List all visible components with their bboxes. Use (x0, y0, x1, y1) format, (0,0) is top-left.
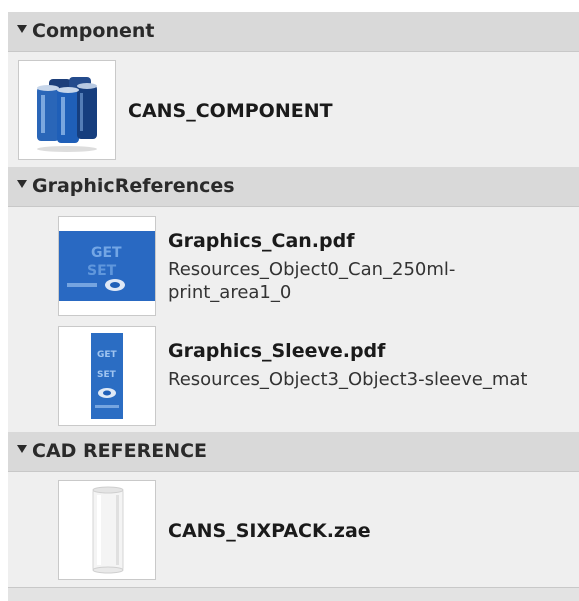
cad-thumbnail[interactable] (58, 480, 156, 580)
section-title: GraphicReferences (32, 175, 235, 197)
collapse-arrow-icon[interactable] (17, 445, 27, 453)
can-graphic-icon: GET SET (59, 217, 155, 315)
component-section-header[interactable]: Component (8, 12, 579, 52)
asset-references-panel: Component CANS_COMPONENT GraphicReferenc… (8, 12, 579, 601)
graphic-thumbnail-sleeve[interactable]: GET SET (58, 326, 156, 426)
cad-reference-section-header[interactable]: CAD REFERENCE (8, 432, 579, 472)
graphic-name[interactable]: Graphics_Can.pdf (168, 230, 354, 252)
collapse-arrow-icon[interactable] (17, 180, 27, 188)
component-thumbnail[interactable] (18, 60, 116, 160)
component-name[interactable]: CANS_COMPONENT (128, 100, 333, 122)
section-title: CAD REFERENCE (32, 440, 208, 462)
can-pack-icon (19, 61, 115, 159)
collapse-arrow-icon[interactable] (17, 25, 27, 33)
graphic-subtitle: Resources_Object0_Can_250ml-print_area1_… (168, 259, 456, 303)
svg-text:GET: GET (91, 245, 122, 261)
svg-text:GET: GET (97, 350, 118, 360)
section-title: Component (32, 20, 155, 42)
graphic-name[interactable]: Graphics_Sleeve.pdf (168, 340, 385, 362)
svg-text:SET: SET (97, 370, 117, 380)
graphic-references-section-header[interactable]: GraphicReferences (8, 167, 579, 207)
sleeve-graphic-icon: GET SET (59, 327, 155, 425)
cad-can-icon (59, 481, 155, 579)
svg-text:SET: SET (87, 263, 117, 279)
graphic-thumbnail-can[interactable]: GET SET (58, 216, 156, 316)
cad-file-name[interactable]: CANS_SIXPACK.zae (168, 520, 371, 542)
graphic-subtitle: Resources_Object3_Object3-sleeve_mat (168, 369, 528, 390)
panel-footer-divider (8, 587, 579, 601)
